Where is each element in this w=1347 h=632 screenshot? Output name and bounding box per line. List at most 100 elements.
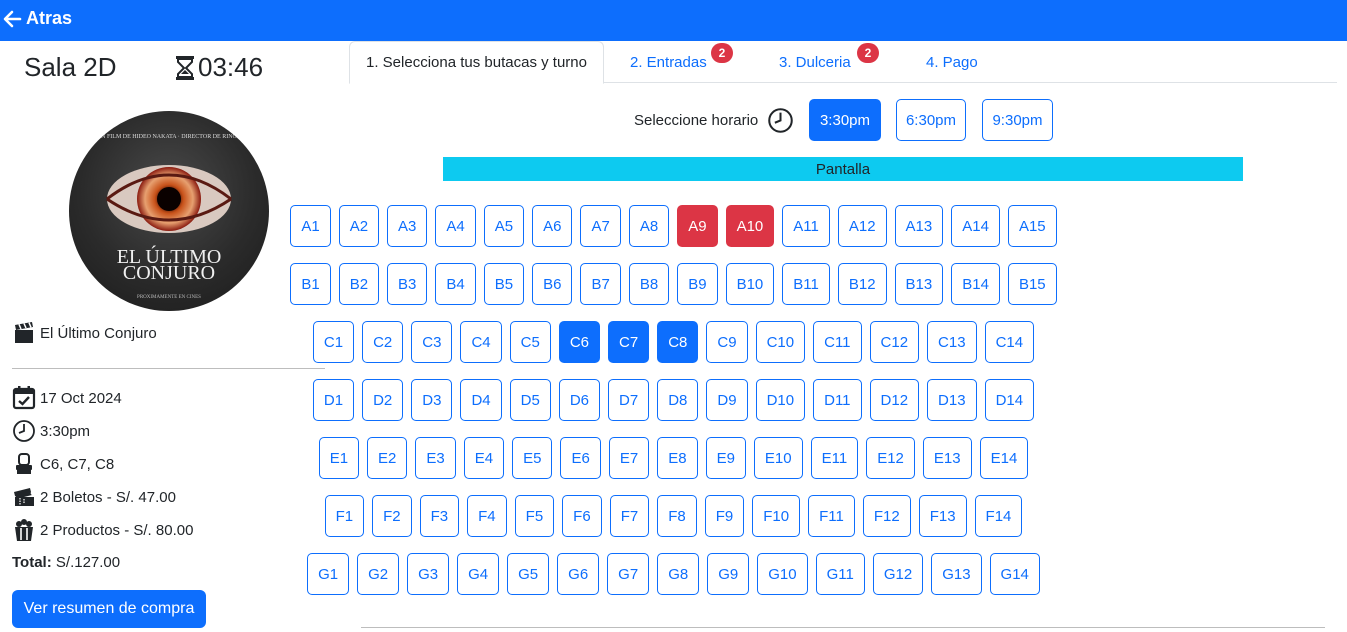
seat-c7[interactable]: C7 [608,321,650,363]
seat-f12[interactable]: F12 [862,495,911,537]
seat-e2[interactable]: E2 [367,437,408,479]
schedule-option-630[interactable]: 6:30pm [896,99,966,141]
back-button[interactable]: Atras [2,8,72,29]
seat-b1[interactable]: B1 [290,263,331,305]
seat-g8[interactable]: G8 [657,553,700,595]
seat-e1[interactable]: E1 [318,437,360,479]
seat-a12[interactable]: A12 [837,205,887,247]
seat-d13[interactable]: D13 [927,379,977,421]
seat-f5[interactable]: F5 [514,495,555,537]
seat-c6[interactable]: C6 [558,321,601,363]
seat-c11[interactable]: C11 [813,321,862,363]
seat-f7[interactable]: F7 [609,495,650,537]
seat-c1[interactable]: C1 [312,321,355,363]
seat-a8[interactable]: A8 [628,205,670,247]
seat-b15[interactable]: B15 [1007,263,1057,305]
seat-d9[interactable]: D9 [706,379,748,421]
seat-c9[interactable]: C9 [706,321,748,363]
seat-g13[interactable]: G13 [931,553,982,595]
seat-e12[interactable]: E12 [866,437,915,479]
seat-g6[interactable]: G6 [557,553,600,595]
seat-c8[interactable]: C8 [657,321,699,363]
seat-a1[interactable]: A1 [290,205,331,247]
seat-a13[interactable]: A13 [894,205,944,247]
seat-f11[interactable]: F11 [808,495,855,537]
schedule-option-330[interactable]: 3:30pm [809,99,881,141]
seat-b8[interactable]: B8 [628,263,670,305]
seat-a10[interactable]: A10 [725,205,775,247]
seat-d3[interactable]: D3 [411,379,453,421]
seat-g11[interactable]: G11 [815,553,865,595]
seat-g12[interactable]: G12 [872,553,924,595]
seat-e3[interactable]: E3 [415,437,456,479]
seat-b13[interactable]: B13 [894,263,944,305]
seat-c4[interactable]: C4 [460,321,502,363]
seat-a9[interactable]: A9 [677,205,718,247]
seat-a14[interactable]: A14 [951,205,1000,247]
schedule-option-930[interactable]: 9:30pm [982,99,1053,141]
seat-e4[interactable]: E4 [463,437,505,479]
seat-a11[interactable]: A11 [782,205,830,247]
seat-c13[interactable]: C13 [927,321,977,363]
seat-a7[interactable]: A7 [580,205,621,247]
seat-f14[interactable]: F14 [974,495,1023,537]
seat-d7[interactable]: D7 [608,379,650,421]
seat-c2[interactable]: C2 [362,321,404,363]
seat-c14[interactable]: C14 [984,321,1035,363]
seat-e13[interactable]: E13 [922,437,972,479]
seat-g3[interactable]: G3 [407,553,450,595]
seat-e8[interactable]: E8 [657,437,698,479]
seat-f3[interactable]: F3 [419,495,460,537]
seat-b6[interactable]: B6 [532,263,573,305]
seat-b9[interactable]: B9 [677,263,718,305]
seat-d1[interactable]: D1 [312,379,355,421]
seat-f6[interactable]: F6 [562,495,602,537]
seat-e11[interactable]: E11 [810,437,859,479]
seat-g9[interactable]: G9 [707,553,750,595]
seat-b5[interactable]: B5 [483,263,525,305]
seat-b14[interactable]: B14 [951,263,1000,305]
seat-d11[interactable]: D11 [813,379,862,421]
seat-d4[interactable]: D4 [460,379,502,421]
seat-g1[interactable]: G1 [307,553,350,595]
seat-e14[interactable]: E14 [979,437,1029,479]
seat-f2[interactable]: F2 [372,495,412,537]
seat-b7[interactable]: B7 [580,263,621,305]
seat-f8[interactable]: F8 [657,495,697,537]
seat-g2[interactable]: G2 [357,553,400,595]
seat-a2[interactable]: A2 [338,205,380,247]
purchase-summary-button[interactable]: Ver resumen de compra [12,590,206,628]
seat-c10[interactable]: C10 [755,321,806,363]
seat-b2[interactable]: B2 [338,263,380,305]
seat-f9[interactable]: F9 [704,495,745,537]
seat-c3[interactable]: C3 [411,321,453,363]
seat-b11[interactable]: B11 [782,263,830,305]
seat-a5[interactable]: A5 [483,205,525,247]
seat-f4[interactable]: F4 [467,495,507,537]
seat-e7[interactable]: E7 [608,437,650,479]
seat-f13[interactable]: F13 [918,495,967,537]
seat-f1[interactable]: F1 [324,495,365,537]
seat-g5[interactable]: G5 [507,553,550,595]
seat-d14[interactable]: D14 [984,379,1035,421]
seat-f10[interactable]: F10 [752,495,801,537]
tab-payment[interactable]: 4. Pago [910,41,994,83]
seat-e10[interactable]: E10 [753,437,803,479]
seat-d2[interactable]: D2 [362,379,404,421]
seat-e5[interactable]: E5 [512,437,553,479]
seat-e9[interactable]: E9 [705,437,746,479]
seat-d5[interactable]: D5 [509,379,551,421]
seat-d6[interactable]: D6 [558,379,601,421]
seat-b3[interactable]: B3 [387,263,428,305]
seat-g7[interactable]: G7 [607,553,650,595]
seat-g4[interactable]: G4 [457,553,500,595]
seat-c12[interactable]: C12 [869,321,920,363]
seat-e6[interactable]: E6 [560,437,601,479]
seat-b10[interactable]: B10 [725,263,775,305]
seat-d12[interactable]: D12 [869,379,920,421]
seat-a4[interactable]: A4 [435,205,476,247]
tab-seats[interactable]: 1. Selecciona tus butacas y turno [349,41,604,84]
tab-tickets[interactable]: 2. Entradas 2 [614,41,733,83]
seat-a3[interactable]: A3 [387,205,428,247]
seat-d10[interactable]: D10 [755,379,806,421]
